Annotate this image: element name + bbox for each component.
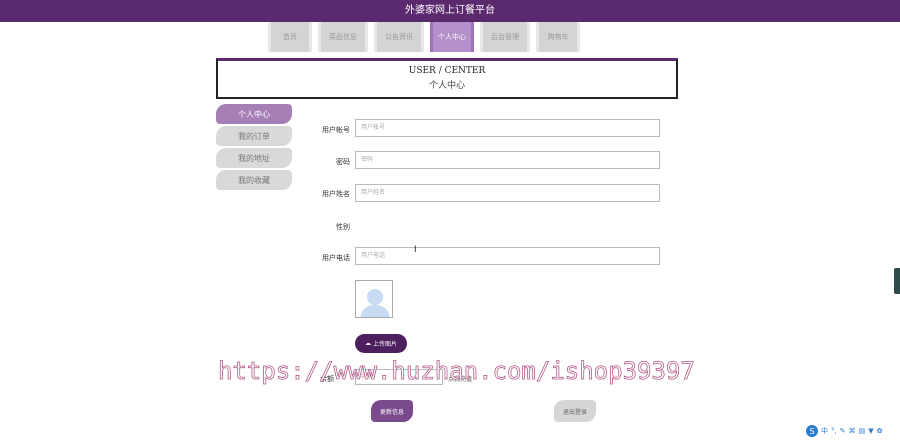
page-title-en: USER / CENTER xyxy=(408,66,486,76)
tab-news[interactable]: 公告资讯 xyxy=(374,22,424,52)
ime-settings-icon[interactable]: ✿ xyxy=(877,427,883,435)
tab-dishes[interactable]: 菜品信息 xyxy=(318,22,368,52)
avatar xyxy=(355,280,393,318)
logout-button[interactable]: 退出登录 xyxy=(554,400,596,422)
ime-chinese-icon[interactable]: 中 xyxy=(821,426,828,436)
account-label: 用户帐号 xyxy=(322,126,350,134)
text-cursor-icon: I xyxy=(414,245,417,255)
svg-text:S: S xyxy=(809,427,814,436)
tab-home[interactable]: 首页 xyxy=(268,22,312,52)
ime-keyboard-icon[interactable]: ▤ xyxy=(859,427,866,435)
password-input[interactable]: 密码 xyxy=(355,151,660,169)
sidebar-item-address[interactable]: 我的地址 xyxy=(216,148,292,168)
upload-button-label: 上传图片 xyxy=(372,341,397,348)
sidebar-item-favorites[interactable]: 我的收藏 xyxy=(216,170,292,190)
ime-tools-icon[interactable]: ⌘ xyxy=(849,427,856,435)
sidebar-item-user-center[interactable]: 个人中心 xyxy=(216,104,292,124)
tab-user-center[interactable]: 个人中心 xyxy=(430,22,474,52)
sidebar: 个人中心 我的订单 我的地址 我的收藏 xyxy=(216,104,292,192)
main-nav: 首页 菜品信息 公告资讯 个人中心 后台管理 购物车 xyxy=(268,22,580,52)
ime-skin-icon[interactable]: ▼ xyxy=(868,427,873,435)
sidebar-item-orders[interactable]: 我的订单 xyxy=(216,126,292,146)
upload-image-button[interactable]: ☁ 上传图片 xyxy=(355,334,407,353)
tab-cart[interactable]: 购物车 xyxy=(536,22,580,52)
account-input[interactable]: 用户帐号 xyxy=(355,119,660,137)
gender-label: 性别 xyxy=(336,223,350,231)
password-label: 密码 xyxy=(336,158,350,166)
ime-punctuation-icon[interactable]: °, xyxy=(831,427,837,435)
ime-logo-icon[interactable]: S xyxy=(806,425,818,437)
phone-label: 用户电话 xyxy=(322,254,350,262)
side-scroll-handle[interactable] xyxy=(894,268,900,294)
page-title-zh: 个人中心 xyxy=(428,81,465,91)
name-label: 用户姓名 xyxy=(322,190,350,198)
page-heading: USER / CENTER 个人中心 xyxy=(216,58,678,99)
app-title-bar: 外婆家网上订餐平台 xyxy=(0,0,900,22)
ime-pen-icon[interactable]: ✎ xyxy=(840,427,846,435)
cloud-upload-icon: ☁ xyxy=(364,340,371,347)
phone-input[interactable]: 用户电话 xyxy=(355,247,660,265)
tab-admin[interactable]: 后台管理 xyxy=(480,22,530,52)
update-info-button[interactable]: 更新信息 xyxy=(371,400,413,422)
app-title: 外婆家网上订餐平台 xyxy=(405,5,495,16)
user-avatar-icon xyxy=(356,281,392,317)
watermark-text: https://www.huzhan.com/ishop39397 xyxy=(218,357,696,386)
ime-toolbar: S 中 °, ✎ ⌘ ▤ ▼ ✿ xyxy=(806,424,883,438)
name-input[interactable]: 用户姓名 xyxy=(355,184,660,202)
